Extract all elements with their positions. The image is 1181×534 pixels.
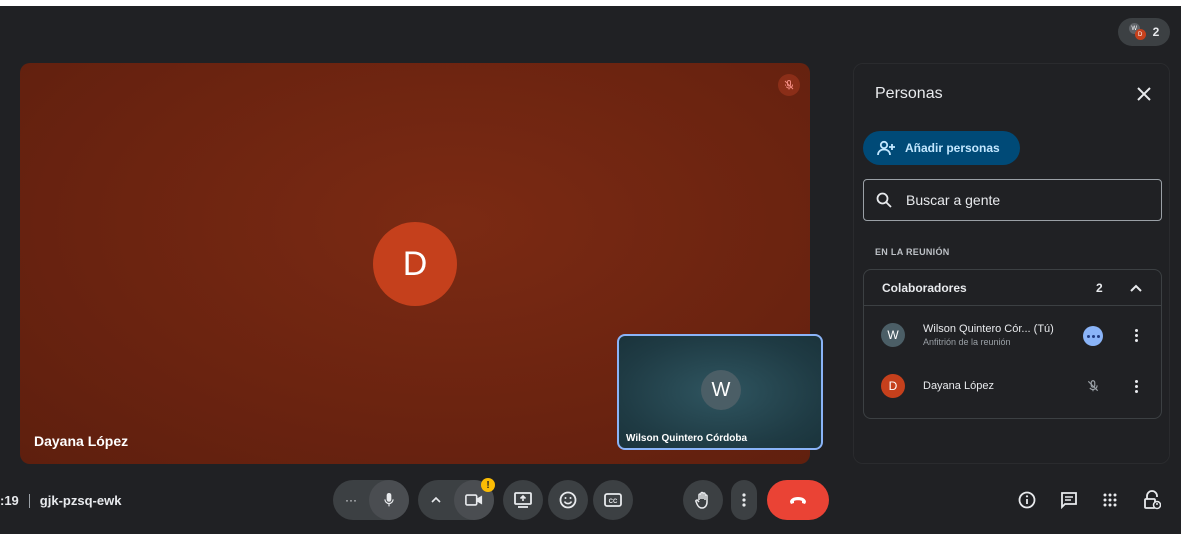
group-title: Colaboradores	[882, 281, 967, 295]
person-name: Wilson Quintero Cór... (Tú)	[923, 323, 1054, 335]
mic-icon	[384, 493, 394, 507]
host-controls-button[interactable]	[1141, 489, 1163, 511]
list-item[interactable]: D Dayana López	[864, 366, 1161, 406]
more-vert-icon[interactable]	[1128, 376, 1144, 396]
captions-button[interactable]: CC	[593, 480, 633, 520]
mic-control: ···	[333, 480, 409, 520]
divider	[28, 493, 30, 508]
people-panel: Personas Añadir personas EN LA REUNIÓN C…	[853, 63, 1170, 464]
add-person-icon	[877, 140, 895, 156]
more-options-badge-icon[interactable]	[1083, 326, 1103, 346]
meeting-code: gjk-pzsq-ewk	[39, 493, 122, 508]
apps-grid-icon	[1103, 493, 1117, 507]
close-icon	[1137, 87, 1151, 101]
more-options-button[interactable]	[731, 480, 757, 520]
mic-off-icon	[778, 74, 800, 96]
self-video-tile[interactable]: W Wilson Quintero Córdoba	[617, 334, 823, 450]
search-box[interactable]	[863, 179, 1162, 221]
present-screen-button[interactable]	[503, 480, 543, 520]
emoji-icon	[559, 491, 577, 509]
more-vert-icon[interactable]	[1128, 325, 1144, 345]
list-item[interactable]: W Wilson Quintero Cór... (Tú) Anfitrión …	[864, 315, 1161, 355]
raise-hand-button[interactable]	[683, 480, 723, 520]
call-end-icon	[790, 497, 806, 504]
add-people-label: Añadir personas	[905, 141, 1000, 155]
person-avatar: W	[881, 323, 905, 347]
group-count: 2	[1096, 281, 1103, 295]
lock-person-icon	[1144, 490, 1161, 510]
panel-title: Personas	[875, 85, 943, 102]
mic-button[interactable]	[369, 480, 409, 520]
more-vert-icon	[742, 493, 746, 507]
search-input[interactable]	[906, 192, 1146, 208]
activities-button[interactable]	[1099, 489, 1121, 511]
warning-badge: !	[481, 478, 495, 492]
person-avatar: D	[881, 374, 905, 398]
info-icon	[1018, 491, 1036, 509]
meeting-time: :19	[0, 493, 19, 508]
participant-count: 2	[1152, 25, 1160, 39]
person-name: Dayana López	[923, 380, 994, 392]
leave-call-button[interactable]	[767, 480, 829, 520]
chevron-up-icon[interactable]	[1126, 278, 1146, 298]
participants-chip[interactable]: W D 2	[1118, 18, 1170, 46]
section-label: EN LA REUNIÓN	[875, 247, 950, 257]
chevron-up-icon	[431, 497, 441, 503]
add-people-button[interactable]: Añadir personas	[863, 131, 1020, 165]
meeting-info: :19 gjk-pzsq-ewk	[0, 493, 121, 508]
self-avatar: W	[701, 370, 741, 410]
main-participant-name: Dayana López	[34, 433, 129, 449]
mic-off-icon	[1083, 376, 1103, 396]
person-role: Anfitrión de la reunión	[923, 337, 1011, 347]
hand-icon	[695, 491, 708, 509]
chat-icon	[1061, 492, 1077, 509]
reactions-button[interactable]	[548, 480, 588, 520]
present-screen-icon	[514, 492, 532, 508]
meeting-details-button[interactable]	[1016, 489, 1038, 511]
close-panel-button[interactable]	[1132, 82, 1156, 106]
search-icon	[876, 192, 892, 208]
videocam-icon	[465, 494, 483, 506]
main-avatar: D	[373, 222, 457, 306]
collaborators-group: Colaboradores 2 W Wilson Quintero Cór...…	[863, 269, 1162, 419]
chat-button[interactable]	[1058, 489, 1080, 511]
camera-options-button[interactable]	[418, 480, 454, 520]
mic-options-button[interactable]: ···	[333, 480, 369, 520]
svg-text:CC: CC	[609, 499, 618, 505]
closed-captions-icon: CC	[604, 493, 622, 507]
participant-avatars: W D	[1128, 23, 1147, 41]
self-participant-name: Wilson Quintero Córdoba	[626, 433, 748, 444]
mini-avatar: D	[1134, 29, 1146, 40]
group-header[interactable]: Colaboradores 2	[864, 270, 1161, 306]
